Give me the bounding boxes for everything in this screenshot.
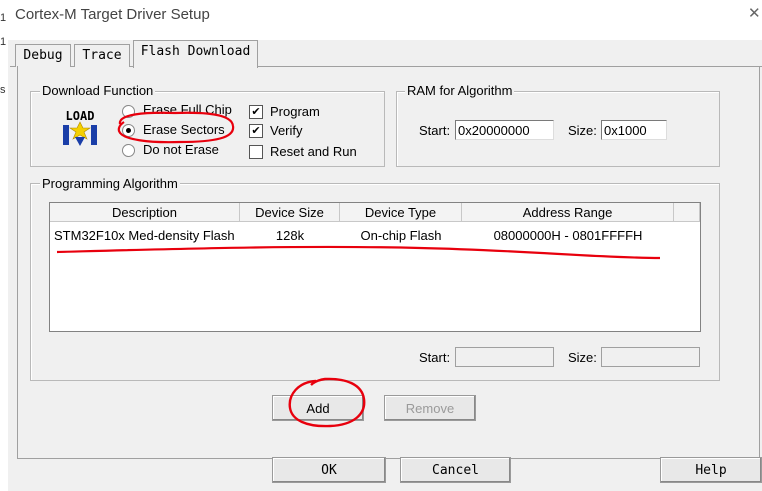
add-button[interactable]: Add: [272, 395, 364, 421]
column-header-device-size[interactable]: Device Size: [240, 203, 340, 222]
column-header-device-type[interactable]: Device Type: [340, 203, 462, 222]
tab-trace[interactable]: Trace: [74, 44, 130, 67]
cell-description: STM32F10x Med-density Flash: [54, 228, 235, 243]
window-title: Cortex-M Target Driver Setup: [15, 6, 210, 23]
ram-size-label: Size:: [568, 123, 597, 138]
radio-erase-sectors[interactable]: [122, 124, 135, 137]
radio-do-not-erase-label: Do not Erase: [143, 142, 219, 157]
algo-size-input[interactable]: [601, 347, 700, 367]
radio-erase-full-chip[interactable]: [122, 105, 135, 118]
algo-size-label: Size:: [568, 350, 597, 365]
checkbox-program-label: Program: [270, 104, 320, 119]
cancel-button[interactable]: Cancel: [400, 457, 511, 483]
column-header-address-range[interactable]: Address Range: [462, 203, 674, 222]
algorithm-list[interactable]: Description Device Size Device Type Addr…: [49, 202, 701, 332]
radio-do-not-erase[interactable]: [122, 144, 135, 157]
algo-start-input[interactable]: [455, 347, 554, 367]
ram-for-algorithm-label: RAM for Algorithm: [405, 83, 515, 98]
tab-debug[interactable]: Debug: [15, 44, 71, 67]
background-fragment: 1: [0, 12, 7, 24]
load-icon: LOAD: [59, 109, 101, 149]
remove-button[interactable]: Remove: [384, 395, 476, 421]
checkbox-reset-and-run[interactable]: [249, 145, 263, 159]
ram-size-input[interactable]: 0x1000: [601, 120, 667, 140]
checkbox-reset-and-run-label: Reset and Run: [270, 144, 357, 159]
ok-button[interactable]: OK: [272, 457, 386, 483]
column-header-filler: [674, 203, 700, 222]
load-icon-text: LOAD: [66, 109, 95, 123]
ram-start-input[interactable]: 0x20000000: [455, 120, 554, 140]
cell-address-range: 08000000H - 0801FFFFH: [493, 228, 643, 243]
radio-erase-sectors-label: Erase Sectors: [143, 122, 225, 137]
cell-device-type: On-chip Flash: [360, 228, 442, 243]
download-function-label: Download Function: [40, 83, 156, 98]
checkbox-program[interactable]: ✔: [249, 105, 263, 119]
tab-flash-download[interactable]: Flash Download: [133, 40, 258, 68]
help-button[interactable]: Help: [660, 457, 762, 483]
background-fragment: s: [0, 84, 6, 96]
close-icon[interactable]: ✕: [748, 4, 761, 22]
programming-algorithm-label: Programming Algorithm: [40, 176, 180, 191]
radio-erase-full-chip-label: Erase Full Chip: [143, 102, 232, 117]
algo-start-label: Start:: [419, 350, 451, 365]
checkbox-verify[interactable]: ✔: [249, 124, 263, 138]
background-fragment: 1: [0, 36, 7, 48]
ram-start-label: Start:: [419, 123, 451, 138]
cell-device-size: 128k: [275, 228, 305, 243]
table-row[interactable]: STM32F10x Med-density Flash 128k On-chip…: [50, 223, 700, 245]
checkbox-verify-label: Verify: [270, 123, 303, 138]
column-header-description[interactable]: Description: [50, 203, 240, 222]
